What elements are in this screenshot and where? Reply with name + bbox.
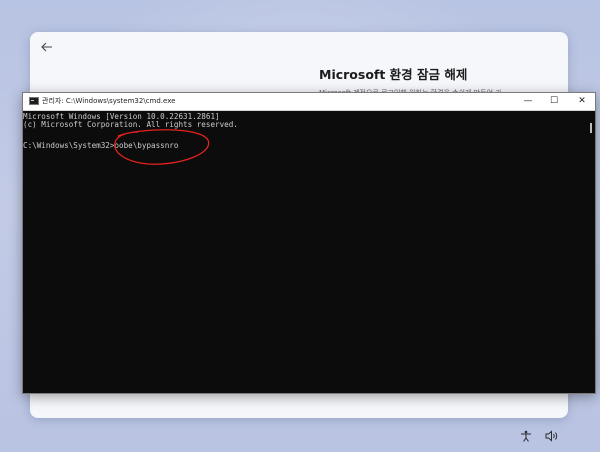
accessibility-icon[interactable] [520,430,532,445]
cmd-scrollbar[interactable] [587,111,595,393]
red-circle-annotation [114,129,210,165]
volume-icon[interactable] [545,430,559,445]
minimize-button[interactable]: — [515,93,541,110]
scrollbar-thumb[interactable] [590,123,592,133]
oobe-page-title: Microsoft 환경 잠금 해제 [319,67,468,82]
maximize-button[interactable]: ☐ [541,93,567,110]
cmd-app-icon [29,97,39,105]
cmd-titlebar[interactable]: 관리자: C:\Windows\system32\cmd.exe — ☐ ✕ [23,93,595,111]
close-button[interactable]: ✕ [569,93,595,110]
cmd-window-title: 관리자: C:\Windows\system32\cmd.exe [42,97,176,105]
back-arrow-icon[interactable] [40,40,54,54]
